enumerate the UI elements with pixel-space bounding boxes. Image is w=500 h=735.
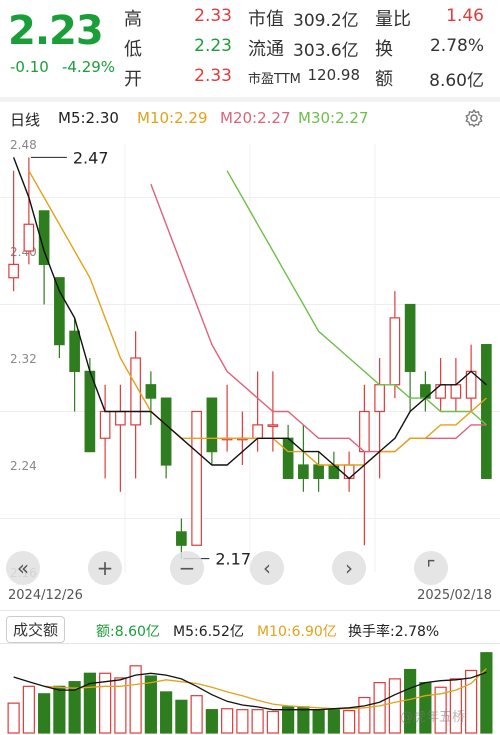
plus-icon[interactable]: + xyxy=(88,551,122,585)
volume-bar-down xyxy=(160,691,173,734)
candle-up xyxy=(252,424,263,439)
high-value: 2.33 xyxy=(194,6,232,26)
section-divider xyxy=(0,97,500,102)
volume-ratio-value: 1.46 xyxy=(446,6,484,26)
candle-down xyxy=(176,531,187,546)
volume-bar-down xyxy=(327,708,340,734)
volume-bar-up xyxy=(373,681,386,734)
volume-bar-down xyxy=(480,652,493,734)
candle-down xyxy=(160,397,172,466)
low-label: 低 xyxy=(124,39,142,60)
price-change: -0.10 xyxy=(10,58,49,76)
volume-bar-up xyxy=(266,710,279,734)
period-tab-daily[interactable]: 日线 xyxy=(10,109,40,130)
float-label: 流通 xyxy=(248,39,284,60)
volume-indicator-select[interactable]: 成交额 xyxy=(6,616,66,643)
volume-bar-down xyxy=(68,681,81,734)
candle-up xyxy=(374,384,385,413)
candle-down xyxy=(54,277,65,346)
candle-down xyxy=(298,464,309,479)
chevron-left-icon[interactable]: ‹ xyxy=(250,551,284,585)
candle-down xyxy=(145,384,157,399)
high-label: 高 xyxy=(124,9,142,30)
amount-value: 8.60亿 xyxy=(429,71,484,91)
volume-bar-down xyxy=(297,706,310,734)
volume-bar-down xyxy=(205,709,218,734)
ma10-legend: M10:2.29 xyxy=(137,109,208,127)
volume-bar-down xyxy=(53,685,66,734)
candle-up xyxy=(23,223,35,252)
volume-bar-down xyxy=(144,675,157,734)
ma20-legend: M20:2.27 xyxy=(220,109,291,127)
turnover-label: 换 xyxy=(375,39,393,60)
volume-amount: 额:8.60亿 xyxy=(96,624,160,640)
end-date: 2025/02/18 xyxy=(417,588,492,603)
volume-bar-down xyxy=(175,699,188,734)
candlestick-chart[interactable]: 2.482.402.322.242.162.472.17 xyxy=(0,132,500,584)
float-value: 303.6亿 xyxy=(293,41,359,61)
volume-bar-up xyxy=(251,709,264,734)
candle-up xyxy=(359,410,370,453)
y-tick-label: 2.24 xyxy=(10,459,37,473)
minus-icon[interactable]: − xyxy=(170,551,204,585)
last-price: 2.23 xyxy=(8,8,104,54)
volume-ratio-label: 量比 xyxy=(375,9,411,30)
ma30-legend: M30:2.27 xyxy=(298,109,369,127)
candle-up xyxy=(465,370,477,399)
volume-bar-up xyxy=(7,702,20,734)
volume-bar-down xyxy=(38,693,51,734)
volume-bar-up xyxy=(358,696,371,734)
candle-down xyxy=(481,344,492,479)
turnover-value: 2.78% xyxy=(429,36,484,56)
volume-bar-up xyxy=(236,709,249,734)
volume-bar-down xyxy=(83,672,96,734)
candle-down xyxy=(206,397,218,453)
candle-down xyxy=(313,464,324,479)
turnover-rate-label: 换手率:2.78% xyxy=(348,624,440,640)
open-label: 开 xyxy=(124,69,142,90)
mcap-label: 市值 xyxy=(248,9,284,30)
low-marker-label: 2.17 xyxy=(215,550,251,569)
volume-m5: M5:6.52亿 xyxy=(173,624,244,640)
price-change-pct: -4.29% xyxy=(62,58,116,76)
double-chevron-left-icon[interactable]: « xyxy=(6,551,40,585)
volume-bar-up xyxy=(22,685,35,734)
volume-bar-up xyxy=(190,695,203,734)
amount-label: 额 xyxy=(375,69,393,90)
candle-down xyxy=(84,370,96,453)
candle-up xyxy=(267,424,279,427)
watermark: @虎年五桥 xyxy=(400,710,466,725)
chevron-right-icon[interactable]: › xyxy=(332,551,366,585)
pe-label: 市盈TTM xyxy=(248,72,301,87)
candle-down xyxy=(282,437,294,479)
candle-up xyxy=(389,317,401,386)
ma5-legend: M5:2.30 xyxy=(58,109,119,127)
volume-bar-down xyxy=(312,709,325,734)
candle-up xyxy=(191,410,202,546)
y-tick-label: 2.32 xyxy=(10,352,37,366)
fullscreen-icon[interactable]: ⌜ xyxy=(414,551,448,585)
volume-bar-up xyxy=(388,678,401,734)
volume-m10: M10:6.90亿 xyxy=(257,624,337,640)
candle-down xyxy=(404,303,416,372)
start-date: 2024/12/26 xyxy=(8,588,83,603)
candle-up xyxy=(99,410,111,439)
candle-up xyxy=(8,263,19,279)
volume-bar-up xyxy=(221,708,234,734)
open-value: 2.33 xyxy=(194,66,232,86)
gear-icon[interactable] xyxy=(464,108,484,128)
ma30-line xyxy=(226,170,487,426)
volume-bar-down xyxy=(282,706,295,734)
candle-up xyxy=(115,410,126,426)
low-value: 2.23 xyxy=(194,36,232,56)
pe-value: 120.98 xyxy=(307,66,361,84)
volume-bar-up xyxy=(343,709,356,734)
candle-up xyxy=(450,384,462,399)
mcap-value: 309.2亿 xyxy=(293,11,359,31)
y-tick-label: 2.48 xyxy=(10,138,37,152)
high-marker-label: 2.47 xyxy=(73,148,109,167)
candle-down xyxy=(69,330,80,372)
